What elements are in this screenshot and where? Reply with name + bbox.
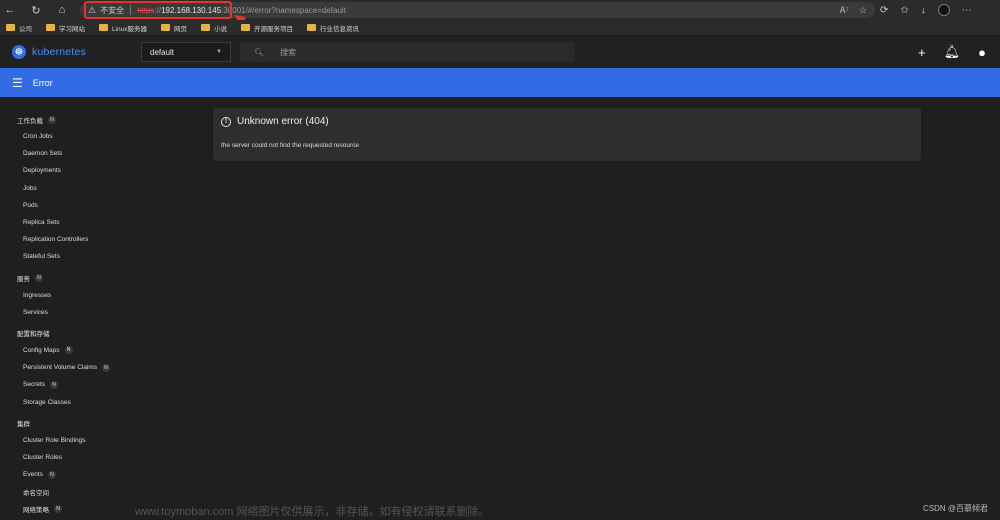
bookmark-folder[interactable]: 行业信息资讯	[307, 23, 359, 33]
page-toolbar: ☰ Error	[0, 68, 1000, 97]
error-card: ! Unknown error (404) the server could n…	[213, 108, 921, 161]
new-badge: N	[54, 504, 62, 513]
new-badge: N	[35, 274, 43, 282]
downloads-icon[interactable]: ↓	[921, 5, 926, 16]
sidebar-item-pods[interactable]: Pods	[0, 197, 205, 214]
sidebar-item-cluster-role-bindings[interactable]: Cluster Role Bindings	[0, 432, 205, 449]
credit-text: CSDN @百慕倾君	[922, 504, 988, 513]
search-icon: 🔍︎	[254, 47, 265, 57]
read-aloud-icon[interactable]: A⁷	[840, 5, 849, 16]
sidebar-section-services[interactable]: 服务 N	[0, 270, 205, 287]
new-badge: N	[47, 470, 56, 479]
page-title: Error	[32, 77, 53, 88]
sidebar-item-cron-jobs[interactable]: Cron Jobs	[0, 128, 205, 145]
folder-icon	[46, 24, 55, 31]
sidebar-item-services[interactable]: Services	[0, 304, 205, 321]
sidebar-item-daemon-sets[interactable]: Daemon Sets	[0, 145, 205, 162]
sidebar-nav: 工作负载 N Cron Jobs Daemon Sets Deployments …	[0, 97, 205, 520]
bookmark-folder[interactable]: 学习网站	[46, 23, 85, 33]
kubernetes-logo[interactable]: ☸ kubernetes	[12, 45, 86, 59]
new-badge: N	[50, 380, 59, 389]
sidebar-item-replica-sets[interactable]: Replica Sets	[0, 214, 205, 231]
helm-wheel-icon: ☸	[12, 45, 26, 59]
profile-avatar[interactable]	[937, 4, 950, 16]
bookmark-folder[interactable]: 公司	[6, 23, 32, 33]
folder-icon	[161, 24, 171, 31]
search-input[interactable]: 🔍︎ 搜索	[240, 42, 575, 62]
notifications-bell-icon[interactable]: 🔔︎	[944, 44, 961, 60]
folder-icon	[307, 24, 317, 31]
home-icon[interactable]: ⌂	[52, 0, 72, 20]
folder-icon	[201, 24, 211, 31]
back-arrow-icon[interactable]: ←	[0, 0, 20, 20]
new-badge: N	[102, 363, 111, 372]
favorite-star-icon[interactable]: ☆	[859, 5, 867, 16]
sidebar-item-jobs[interactable]: Jobs	[0, 180, 205, 197]
sidebar-item-stateful-sets[interactable]: Stateful Sets	[0, 248, 205, 265]
sidebar-section-workloads[interactable]: 工作负载 N	[0, 111, 205, 128]
sidebar-item-secrets[interactable]: Secrets N	[0, 376, 205, 393]
error-title: Unknown error (404)	[237, 116, 329, 127]
more-icon[interactable]: ⋯	[962, 5, 972, 16]
new-badge: N	[48, 115, 56, 124]
bookmark-folder[interactable]: 开源服务项目	[241, 23, 293, 33]
sidebar-item-persistent-volume-claims[interactable]: Persistent Volume Claims N	[0, 359, 205, 376]
sidebar-item-replication-controllers[interactable]: Replication Controllers	[0, 231, 205, 248]
bookmarks-bar: 公司 学习网站 Linux服务器 网页 小说 开源服务项目 行业信息资讯	[0, 20, 1000, 36]
account-circle-icon[interactable]: ●	[978, 45, 986, 60]
refresh-icon[interactable]: ↻	[26, 0, 46, 20]
sidebar-item-cluster-roles[interactable]: Cluster Roles	[0, 449, 205, 466]
add-icon[interactable]: +	[918, 45, 926, 60]
caret-down-icon: ▼	[216, 49, 222, 55]
bookmark-folder[interactable]: 网页	[161, 23, 187, 33]
sidebar-item-storage-classes[interactable]: Storage Classes	[0, 393, 205, 410]
sidebar-item-events[interactable]: Events N	[0, 466, 205, 483]
main-content: ! Unknown error (404) the server could n…	[205, 97, 1000, 520]
sidebar-item-config-maps[interactable]: Config Maps N	[0, 342, 205, 359]
watermark-text: www.toymoban.com 网络图片仅供展示，非存储，如有侵权请联系删除。	[135, 506, 490, 518]
error-message: the server could not find the requested …	[221, 142, 360, 149]
extensions-icon[interactable]: ⟳	[880, 5, 888, 16]
error-alert-icon: !	[221, 116, 231, 127]
namespace-select[interactable]: default ▼	[141, 42, 231, 62]
sidebar-section-cluster[interactable]: 集群	[0, 415, 205, 432]
folder-icon	[99, 24, 108, 31]
favorites-icon[interactable]: ✩	[900, 5, 908, 16]
folder-icon	[6, 24, 15, 31]
annotation-highlight-box	[84, 1, 232, 19]
app-header: ☸ kubernetes default ▼ 🔍︎ 搜索 + 🔔︎ ●	[0, 36, 1000, 68]
sidebar-item-namespaces[interactable]: 命名空间	[0, 483, 205, 500]
bookmark-folder[interactable]: 小说	[201, 23, 227, 33]
sidebar-item-ingresses[interactable]: Ingresses	[0, 287, 205, 304]
folder-icon	[241, 24, 251, 31]
sidebar-item-deployments[interactable]: Deployments	[0, 162, 205, 179]
menu-icon[interactable]: ☰	[12, 76, 23, 90]
new-badge: N	[64, 346, 73, 355]
bookmark-folder[interactable]: Linux服务器	[99, 23, 147, 33]
browser-actions: ⟳ ✩ ↓ ⋯	[880, 0, 972, 20]
sidebar-section-config-storage[interactable]: 配置和存储	[0, 325, 205, 342]
